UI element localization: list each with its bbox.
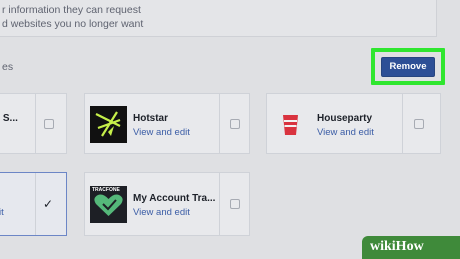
card-divider [35, 173, 36, 235]
card-divider [219, 94, 220, 153]
info-card: r information they can request d website… [0, 0, 437, 37]
app-card-houseparty[interactable]: Houseparty View and edit [266, 93, 441, 154]
hotstar-logo [90, 106, 127, 143]
view-and-edit-link[interactable]: View and edit [317, 127, 374, 138]
houseparty-logo [272, 106, 309, 143]
app-card-hotstar[interactable]: Hotstar View and edit [84, 93, 250, 154]
app-name: Hotstar [133, 113, 169, 124]
info-text-line-1: r information they can request [2, 4, 141, 16]
app-checkbox[interactable] [230, 119, 240, 129]
info-text-line-2: d websites you no longer want [2, 18, 144, 30]
app-card-my-account[interactable]: TRACFONE My Account Tra... View and edit [84, 172, 250, 236]
app-checkbox[interactable] [230, 199, 240, 209]
card-divider [219, 173, 220, 235]
tracfone-logo: TRACFONE [90, 186, 127, 223]
view-and-edit-link[interactable]: it [0, 207, 4, 218]
card-divider [402, 94, 403, 153]
view-and-edit-link[interactable]: View and edit [133, 127, 190, 138]
app-checkbox[interactable] [44, 119, 54, 129]
checkmark-icon[interactable]: ✓ [43, 197, 53, 211]
app-card-selected[interactable]: it ✓ [0, 172, 67, 236]
app-card-1[interactable]: n S... [0, 93, 67, 154]
card-divider [35, 94, 36, 153]
tracfone-logo-text: TRACFONE [92, 187, 120, 193]
view-and-edit-link[interactable]: View and edit [133, 207, 190, 218]
app-name: Houseparty [317, 113, 373, 124]
app-name: n S... [0, 113, 18, 124]
wikihow-watermark: wikiHow [362, 236, 460, 259]
section-label: es [2, 61, 14, 73]
watermark-text: wikiHow [370, 239, 424, 254]
remove-button[interactable]: Remove [381, 57, 435, 77]
app-checkbox[interactable] [414, 119, 424, 129]
app-name: My Account Tra... [133, 193, 216, 204]
